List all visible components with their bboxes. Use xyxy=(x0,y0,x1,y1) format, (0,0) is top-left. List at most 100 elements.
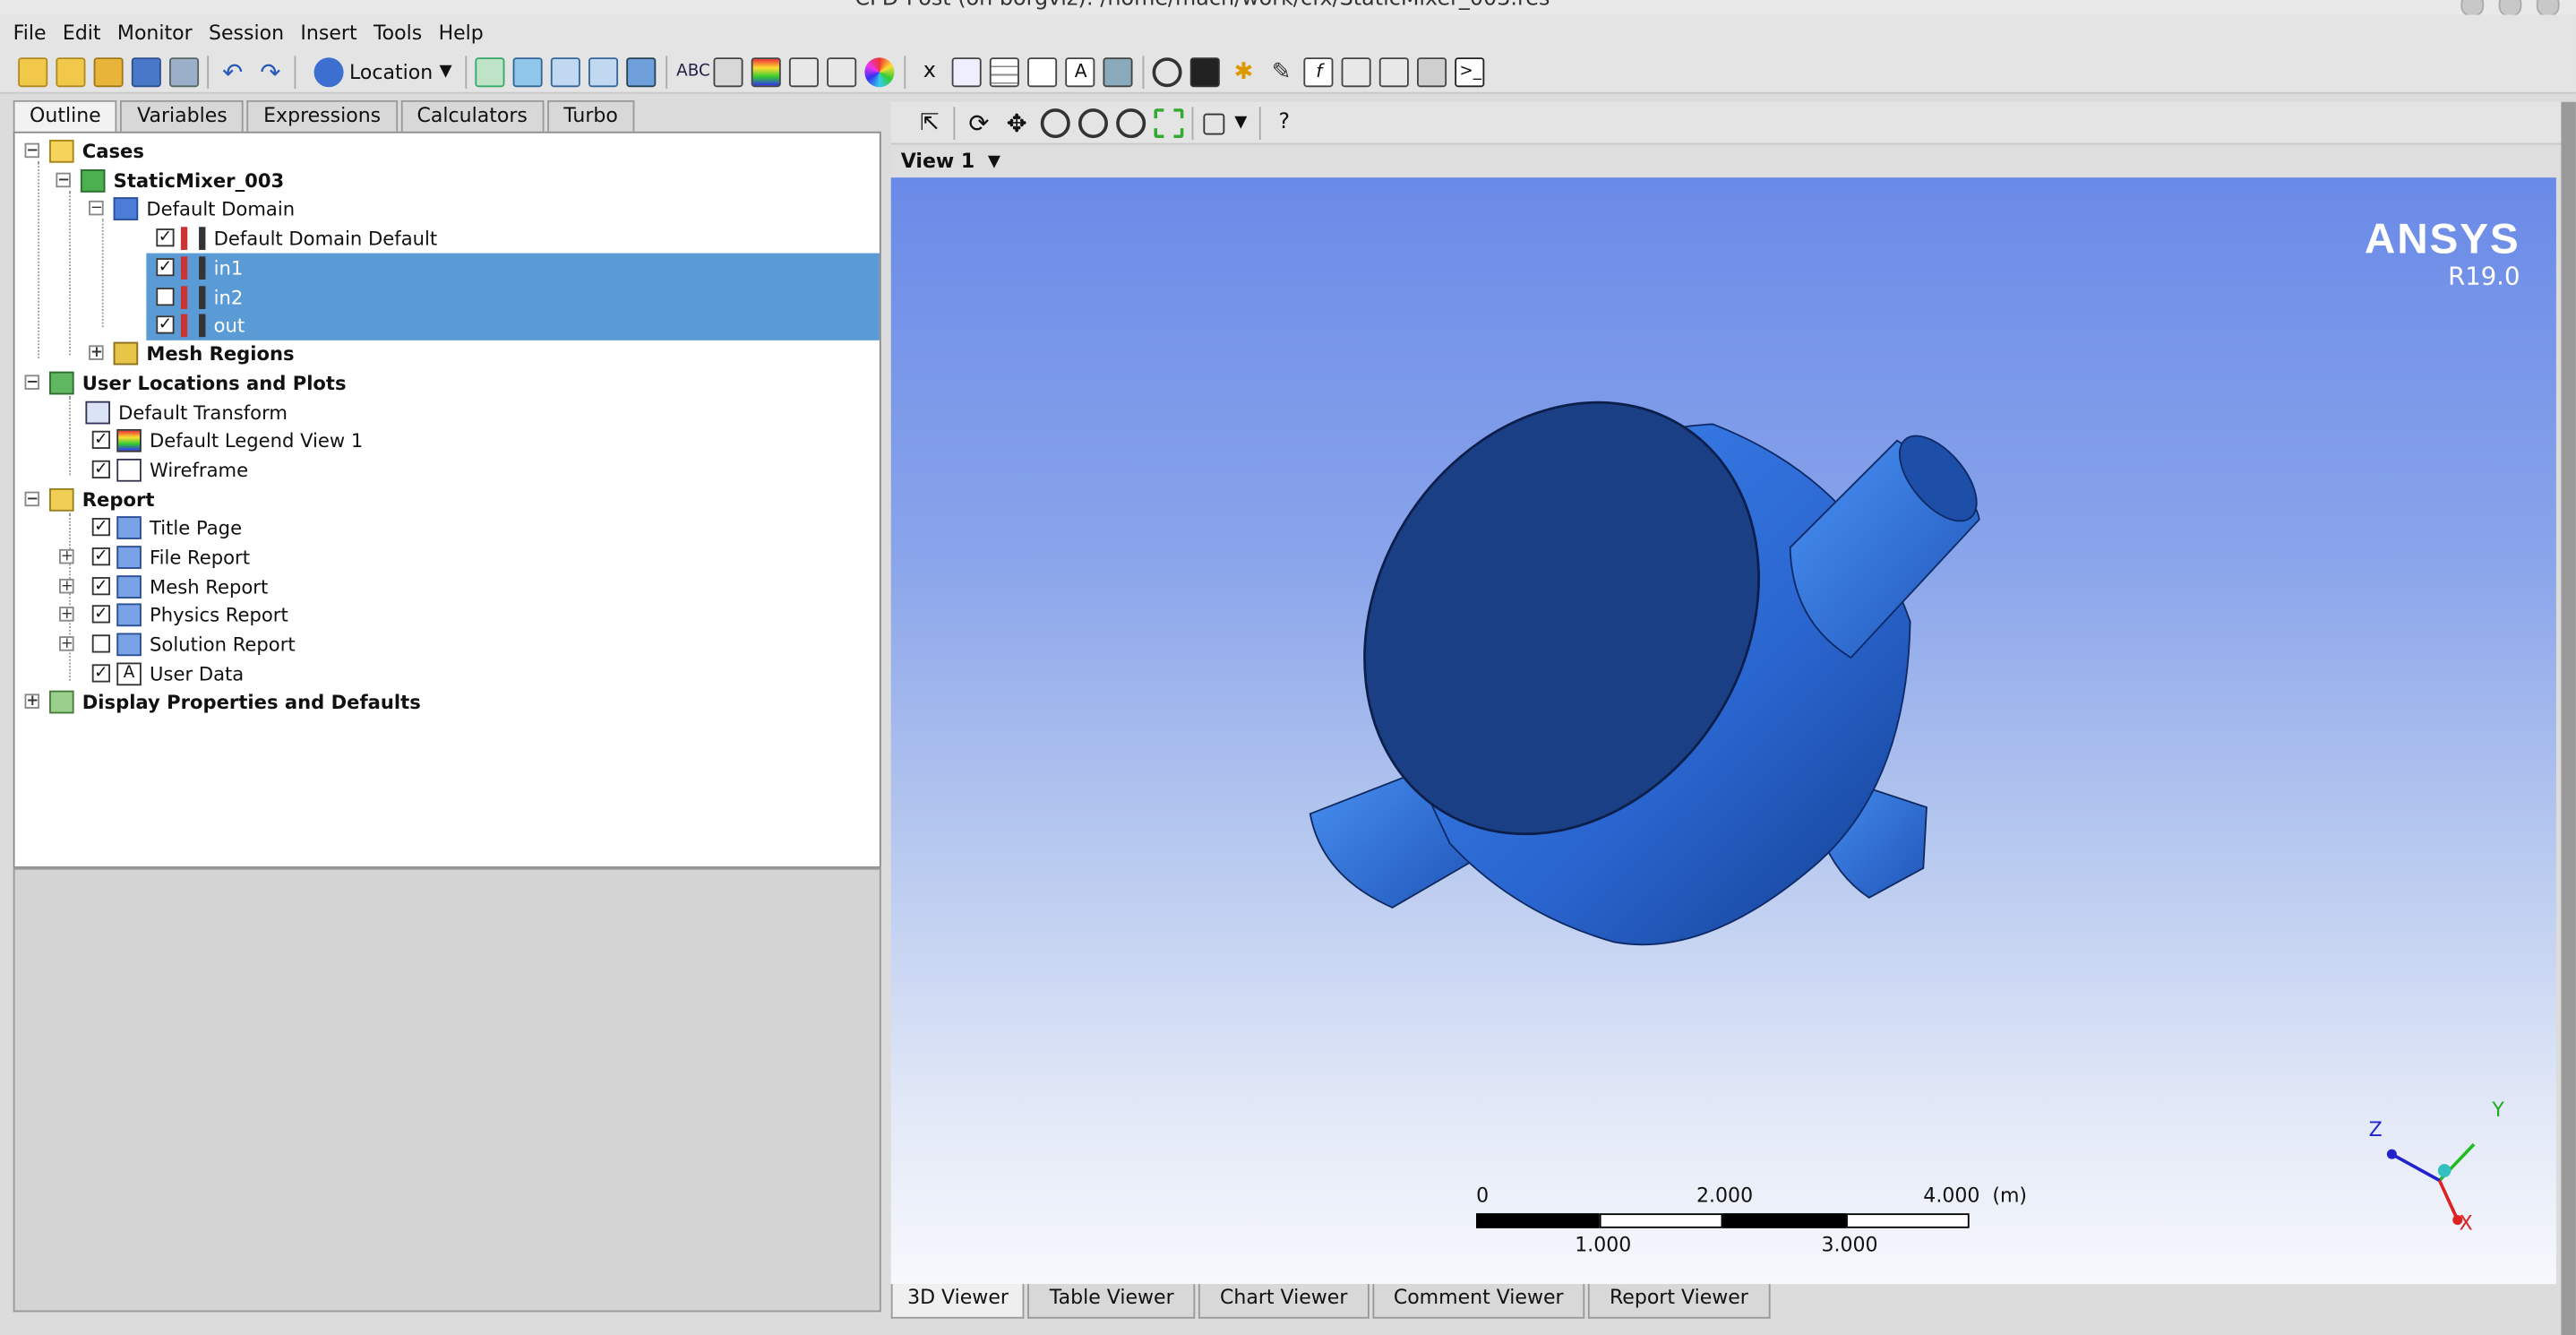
rotate-icon[interactable]: ⟳ xyxy=(964,108,993,137)
visibility-checkbox[interactable]: ✓ xyxy=(156,258,175,277)
menu-file[interactable]: File xyxy=(5,22,55,45)
location-dropdown[interactable]: Location ▼ xyxy=(301,54,460,90)
menu-session[interactable]: Session xyxy=(201,22,292,45)
quick-editor-icon[interactable]: ✱ xyxy=(1229,56,1258,86)
load-results-icon[interactable] xyxy=(55,56,85,87)
print-icon[interactable] xyxy=(168,56,199,87)
save-state-icon[interactable] xyxy=(130,56,160,87)
coordinate-frame-icon[interactable] xyxy=(714,56,744,87)
tree-item-mesh-report[interactable]: + ✓ Mesh Report xyxy=(59,573,268,600)
text-icon[interactable]: ABC xyxy=(676,56,710,86)
help-icon[interactable]: ? xyxy=(1269,108,1299,137)
tree-item-in2[interactable]: in2 xyxy=(156,283,243,311)
tab-turbo[interactable]: Turbo xyxy=(546,99,635,135)
view-selector[interactable]: View 1 ▼ xyxy=(890,144,2562,178)
zoom-icon[interactable] xyxy=(1039,108,1069,138)
tab-expressions[interactable]: Expressions xyxy=(246,99,398,135)
expression-icon[interactable] xyxy=(952,56,983,87)
tree-item-case[interactable]: − StaticMixer_003 xyxy=(56,166,284,194)
redo-icon[interactable]: ↷ xyxy=(255,56,285,86)
viewport-layout-icon[interactable] xyxy=(1202,112,1224,134)
visibility-checkbox[interactable]: ✓ xyxy=(156,315,175,334)
visibility-checkbox[interactable]: ✓ xyxy=(91,664,110,683)
visibility-checkbox[interactable]: ✓ xyxy=(91,605,110,624)
streamline-icon[interactable] xyxy=(551,56,581,87)
open-folder-icon[interactable] xyxy=(92,56,123,87)
case-comparison-icon[interactable] xyxy=(1417,56,1447,87)
menu-insert[interactable]: Insert xyxy=(292,22,365,45)
tab-table-viewer[interactable]: Table Viewer xyxy=(1027,1284,1196,1319)
menu-edit[interactable]: Edit xyxy=(55,22,109,45)
expand-icon[interactable]: + xyxy=(59,548,74,564)
collapse-icon[interactable]: − xyxy=(24,142,40,159)
volume-rendering-icon[interactable] xyxy=(627,56,657,87)
visibility-checkbox[interactable]: ✓ xyxy=(156,228,175,247)
mesh-calculator-icon[interactable] xyxy=(1379,56,1410,87)
figure-icon[interactable] xyxy=(1103,56,1134,87)
chevron-down-icon[interactable]: ▼ xyxy=(1234,114,1247,132)
tree-item-in1[interactable]: ✓ in1 xyxy=(156,254,243,281)
menu-tools[interactable]: Tools xyxy=(365,22,431,45)
visibility-checkbox[interactable]: ✓ xyxy=(91,547,110,566)
tab-3d-viewer[interactable]: 3D Viewer xyxy=(890,1284,1026,1319)
tree-item-physics-report[interactable]: + ✓ Physics Report xyxy=(59,600,288,628)
tab-calculators[interactable]: Calculators xyxy=(400,99,545,135)
vector-icon[interactable] xyxy=(476,56,506,87)
fit-view-icon[interactable] xyxy=(1115,108,1146,138)
function-calculator-icon[interactable]: f xyxy=(1304,56,1335,87)
undo-icon[interactable]: ↶ xyxy=(218,56,247,86)
collapse-icon[interactable]: − xyxy=(24,375,40,391)
probe-icon[interactable]: ✎ xyxy=(1267,56,1296,86)
tree-item-out[interactable]: ✓ out xyxy=(156,311,245,339)
variable-icon[interactable]: x xyxy=(914,56,944,86)
legend-icon[interactable] xyxy=(751,56,782,87)
select-icon[interactable]: ⇱ xyxy=(914,108,944,137)
timestep-icon[interactable] xyxy=(1153,56,1183,87)
maximize-icon[interactable] xyxy=(2498,0,2522,15)
menu-help[interactable]: Help xyxy=(430,22,492,45)
tab-chart-viewer[interactable]: Chart Viewer xyxy=(1198,1284,1370,1319)
highlight-icon[interactable] xyxy=(1153,108,1183,138)
menu-monitor[interactable]: Monitor xyxy=(109,22,201,45)
collapse-icon[interactable]: − xyxy=(24,491,40,507)
visibility-checkbox[interactable] xyxy=(91,634,110,653)
pan-icon[interactable]: ✥ xyxy=(1002,108,1032,137)
tree-item-default-transform[interactable]: Default Transform xyxy=(85,398,288,426)
tree-item-display-properties[interactable]: + Display Properties and Defaults xyxy=(24,687,421,715)
tab-report-viewer[interactable]: Report Viewer xyxy=(1588,1284,1770,1319)
comment-icon[interactable]: A xyxy=(1066,56,1096,87)
chart-icon[interactable] xyxy=(1027,56,1058,87)
instance-transform-icon[interactable] xyxy=(789,56,820,87)
tab-outline[interactable]: Outline xyxy=(13,99,118,135)
expand-icon[interactable]: + xyxy=(59,607,74,623)
minimize-icon[interactable] xyxy=(2460,0,2485,15)
expand-icon[interactable]: + xyxy=(24,693,40,710)
animation-icon[interactable] xyxy=(1190,56,1221,87)
color-map-icon[interactable] xyxy=(865,56,896,87)
tree-item-wireframe[interactable]: ✓ Wireframe xyxy=(91,455,248,483)
tree-item-user-locations[interactable]: − User Locations and Plots xyxy=(24,368,347,396)
visibility-checkbox[interactable]: ✓ xyxy=(91,577,110,596)
visibility-checkbox[interactable]: ✓ xyxy=(91,460,110,478)
expand-icon[interactable]: + xyxy=(89,345,104,361)
table-icon[interactable] xyxy=(990,56,1020,87)
tree-item-user-data[interactable]: ✓ A User Data xyxy=(91,659,244,687)
tree-item-default-legend[interactable]: ✓ Default Legend View 1 xyxy=(91,426,363,453)
collapse-icon[interactable]: − xyxy=(56,172,71,188)
tree-item-file-report[interactable]: + ✓ File Report xyxy=(59,543,250,571)
tree-item-mesh-regions[interactable]: + Mesh Regions xyxy=(89,339,295,366)
3d-viewport[interactable]: ANSYS R19.0 0 2.000 4.000 (m) 1.000 3.00… xyxy=(890,177,2556,1285)
close-icon[interactable] xyxy=(2536,0,2560,15)
expand-icon[interactable]: + xyxy=(59,636,74,652)
tree-item-solution-report[interactable]: + Solution Report xyxy=(59,630,296,658)
visibility-checkbox[interactable]: ✓ xyxy=(91,518,110,537)
visibility-checkbox[interactable]: ✓ xyxy=(91,430,110,449)
tab-comment-viewer[interactable]: Comment Viewer xyxy=(1371,1284,1585,1319)
macro-calculator-icon[interactable] xyxy=(1342,56,1372,87)
particle-track-icon[interactable] xyxy=(588,56,619,87)
tree-item-cases[interactable]: − Cases xyxy=(24,136,144,164)
visibility-checkbox[interactable] xyxy=(156,288,175,306)
zoom-box-icon[interactable] xyxy=(1078,108,1108,138)
expand-icon[interactable]: + xyxy=(59,578,74,594)
tree-item-report[interactable]: − Report xyxy=(24,485,155,512)
